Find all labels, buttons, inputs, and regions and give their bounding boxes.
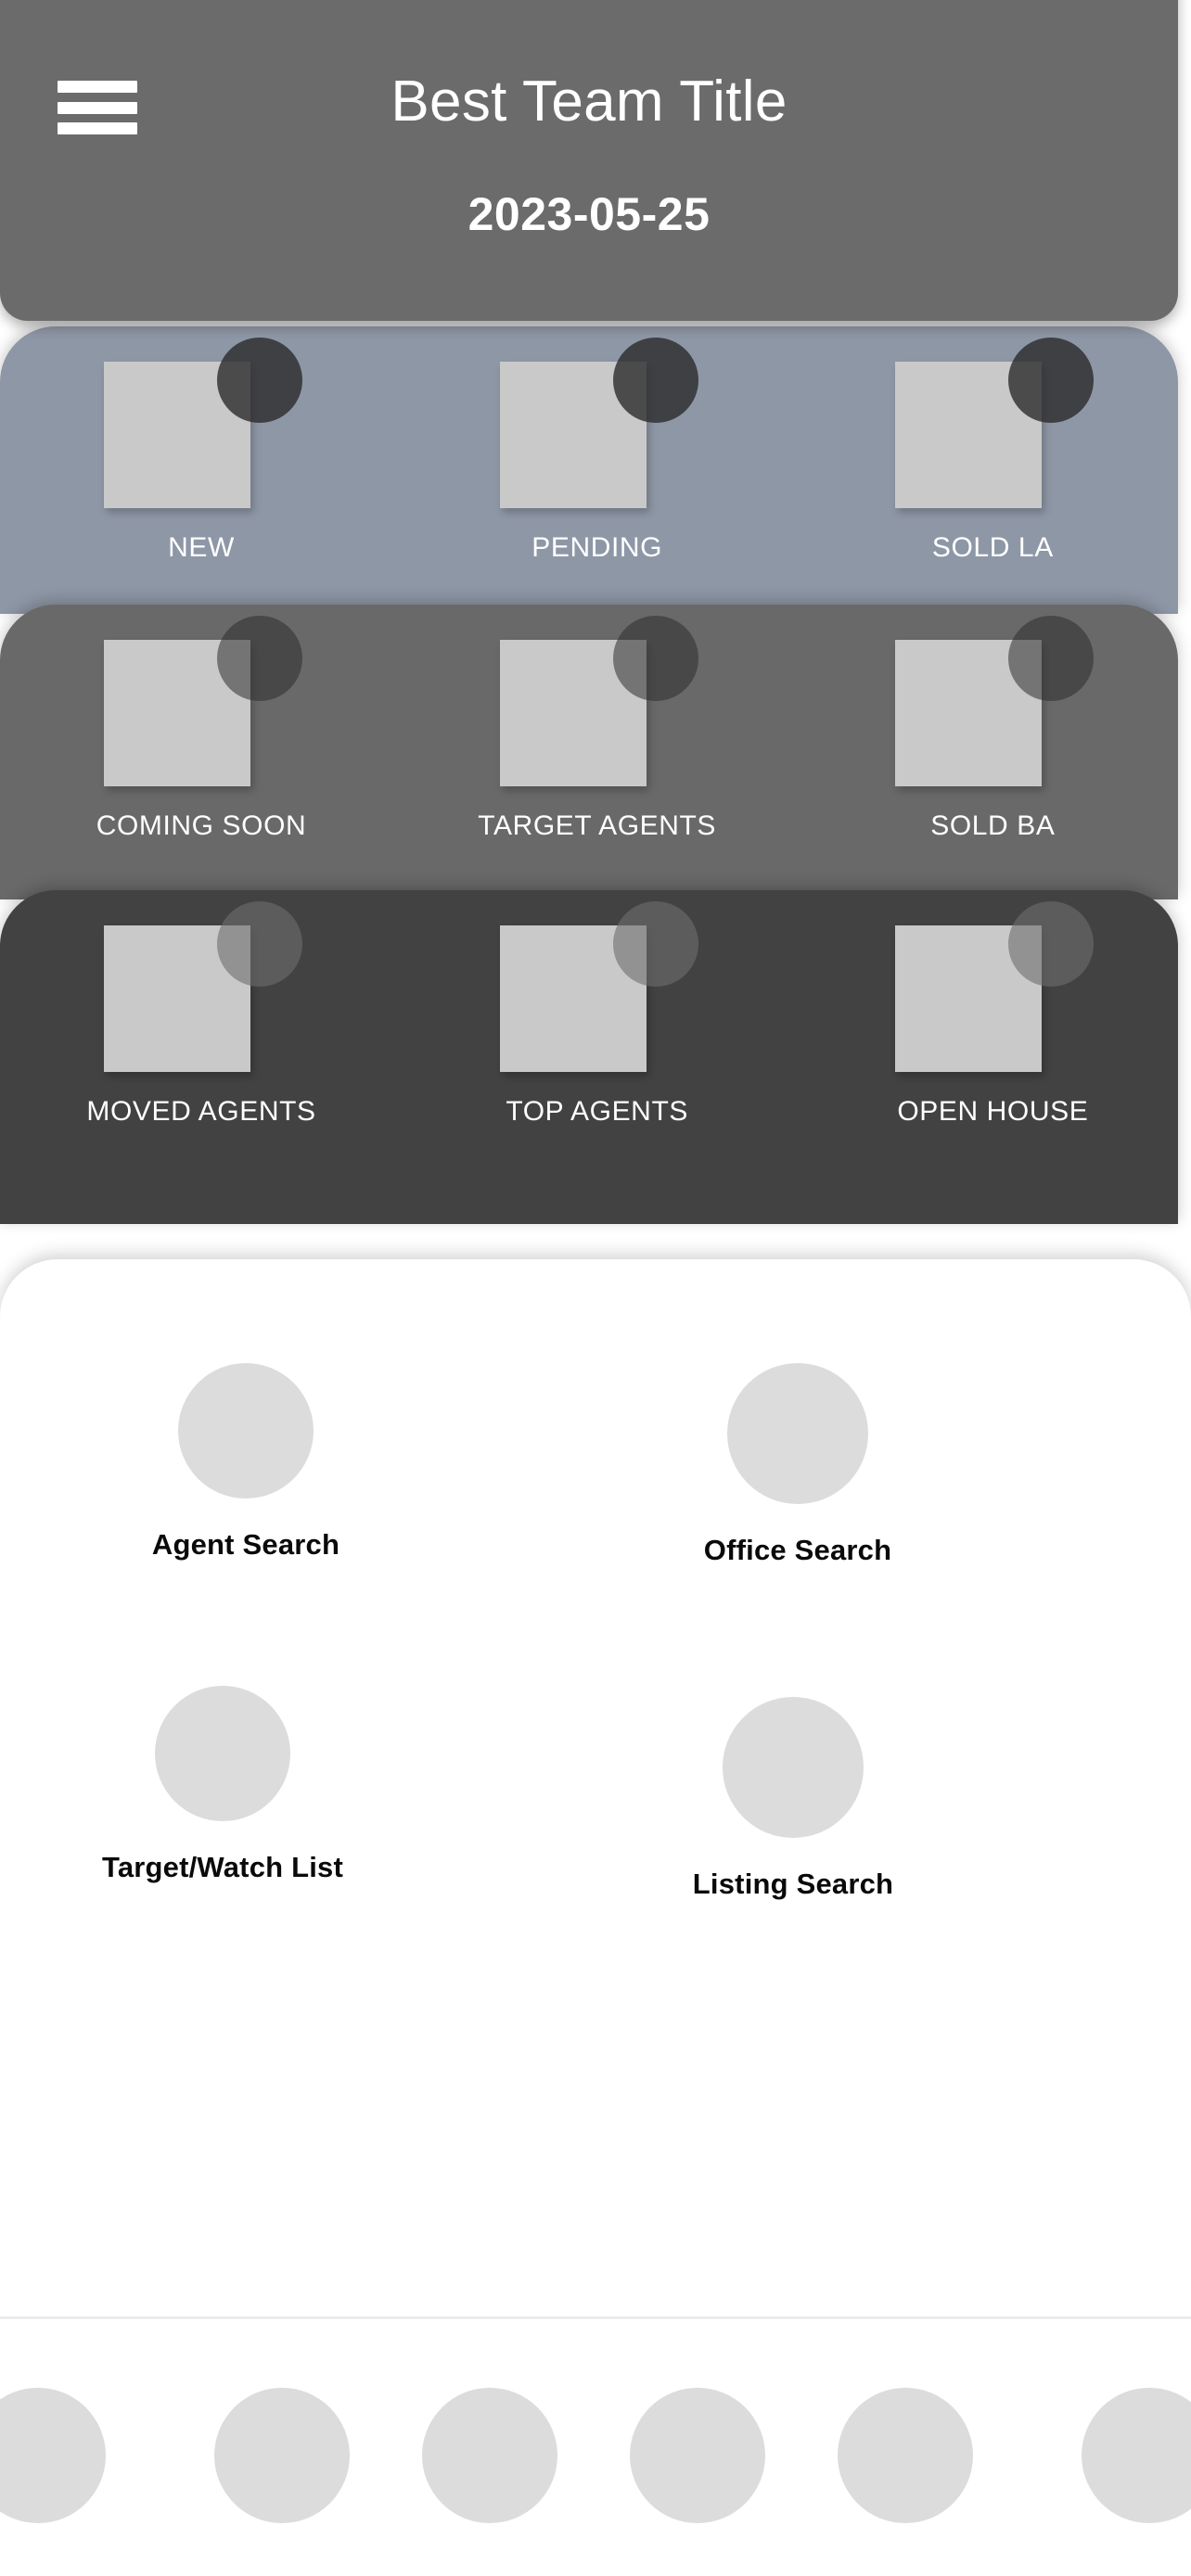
tile-label: TOP AGENTS — [506, 1096, 688, 1127]
action-listing-search[interactable]: Listing Search — [626, 1697, 960, 1901]
tab-item-6[interactable] — [1009, 2319, 1191, 2576]
action-card: Agent Search Office Search Target/Watch … — [0, 1259, 1191, 2316]
tile-label: SOLD LA — [931, 532, 1054, 563]
action-label: Office Search — [703, 1534, 892, 1566]
circle-badge-icon — [612, 338, 698, 423]
tile-new[interactable]: NEW — [48, 326, 387, 614]
action-label: Listing Search — [692, 1868, 894, 1900]
office-search-icon — [727, 1363, 868, 1504]
tile-open-house[interactable]: OPEN HOUSE — [839, 890, 1178, 1224]
tab-icon-5 — [838, 2388, 973, 2523]
tile-row: NEW PENDING SOLD LA — [0, 326, 1178, 614]
tab-icon-4 — [630, 2388, 765, 2523]
target-watch-list-icon — [155, 1686, 290, 1821]
app-header: Best Team Title 2023-05-25 — [0, 0, 1178, 321]
tile-top-agents[interactable]: TOP AGENTS — [444, 890, 783, 1224]
tile-pending[interactable]: PENDING — [444, 326, 783, 614]
action-office-search[interactable]: Office Search — [631, 1363, 965, 1567]
circle-badge-icon — [612, 616, 698, 701]
tab-item-2[interactable] — [178, 2319, 386, 2576]
tile-label: OPEN HOUSE — [897, 1096, 1089, 1127]
circle-badge-icon — [217, 338, 302, 423]
agent-search-icon — [178, 1363, 314, 1498]
circle-badge-icon — [612, 901, 698, 987]
tile-coming-soon[interactable]: COMING SOON — [48, 605, 387, 899]
action-target-watch-list[interactable]: Target/Watch List — [56, 1686, 390, 1884]
tile-label: PENDING — [531, 532, 663, 563]
tile-label: TARGET AGENTS — [478, 810, 717, 841]
tile-sold-ba[interactable]: SOLD BA — [839, 605, 1178, 899]
circle-badge-icon — [217, 901, 302, 987]
tile-label: SOLD BA — [930, 810, 1056, 841]
tab-item-3[interactable] — [386, 2319, 594, 2576]
tab-item-4[interactable] — [594, 2319, 801, 2576]
tile-moved-agents[interactable]: MOVED AGENTS — [48, 890, 387, 1224]
tab-item-5[interactable] — [801, 2319, 1009, 2576]
circle-badge-icon — [1008, 616, 1095, 701]
page-title: Best Team Title — [391, 70, 788, 134]
tile-sold-la[interactable]: SOLD LA — [839, 326, 1178, 614]
header-date: 2023-05-25 — [467, 188, 711, 240]
tile-label: NEW — [168, 532, 235, 563]
circle-badge-icon — [1008, 338, 1095, 423]
tile-label: MOVED AGENTS — [86, 1096, 316, 1127]
app-screen: Best Team Title 2023-05-25 NEW PENDING S… — [0, 0, 1191, 2576]
category-panel-0: NEW PENDING SOLD LA — [0, 326, 1178, 614]
tab-icon-6 — [1082, 2388, 1191, 2523]
tab-bar-items — [0, 2319, 1191, 2576]
listing-search-icon — [723, 1697, 864, 1838]
action-label: Target/Watch List — [101, 1851, 344, 1883]
tab-icon-3 — [422, 2388, 557, 2523]
category-panel-2: MOVED AGENTS TOP AGENTS OPEN HOUSE — [0, 890, 1178, 1224]
category-panel-1: COMING SOON TARGET AGENTS SOLD BA — [0, 605, 1178, 899]
action-label: Agent Search — [151, 1528, 340, 1561]
tile-row: COMING SOON TARGET AGENTS SOLD BA — [0, 605, 1178, 899]
action-agent-search[interactable]: Agent Search — [79, 1363, 413, 1562]
tile-target-agents[interactable]: TARGET AGENTS — [444, 605, 783, 899]
circle-badge-icon — [217, 616, 302, 701]
tab-icon-1 — [0, 2388, 106, 2523]
tab-icon-2 — [214, 2388, 350, 2523]
circle-badge-icon — [1008, 901, 1095, 987]
tile-label: COMING SOON — [96, 810, 307, 841]
tile-row: MOVED AGENTS TOP AGENTS OPEN HOUSE — [0, 890, 1178, 1224]
tab-item-1[interactable] — [0, 2319, 178, 2576]
bottom-tab-bar — [0, 2316, 1191, 2576]
